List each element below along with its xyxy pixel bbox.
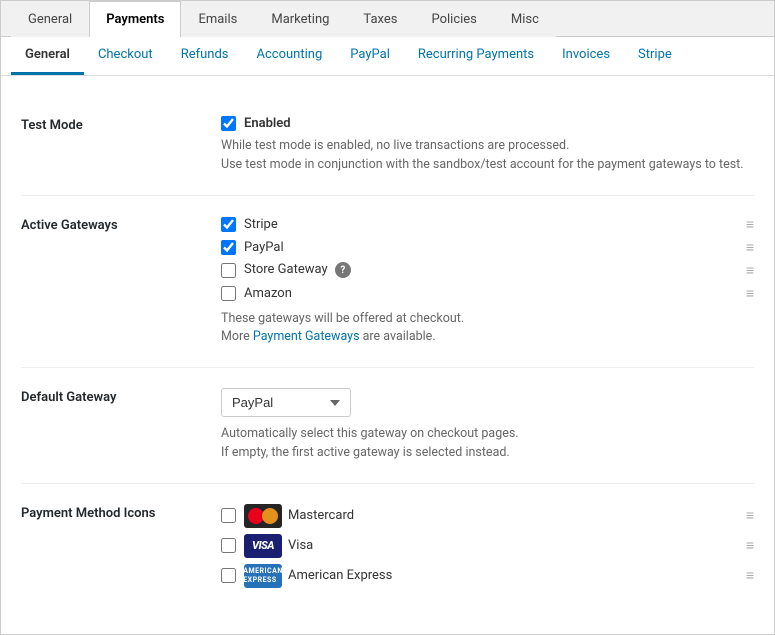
store-gateway-help-icon[interactable]: ? xyxy=(335,262,351,278)
test-mode-checkbox[interactable] xyxy=(221,116,236,131)
subtab-general[interactable]: General xyxy=(11,37,84,75)
visa-label: Visa xyxy=(288,538,313,553)
tab-emails[interactable]: Emails xyxy=(181,1,254,37)
amex-item: AMERICAN EXPRESS American Express ≡ xyxy=(221,564,754,588)
tab-general[interactable]: General xyxy=(11,1,89,37)
top-tab-bar: General Payments Emails Marketing Taxes … xyxy=(1,1,774,37)
payment-gateways-link[interactable]: Payment Gateways xyxy=(253,329,360,344)
drag-handle-mastercard: ≡ xyxy=(726,507,754,524)
drag-handle-visa: ≡ xyxy=(726,537,754,554)
tab-policies[interactable]: Policies xyxy=(414,1,493,37)
default-gateway-field: PayPal Stripe Store Gateway Amazon Autom… xyxy=(221,388,754,463)
subtab-accounting[interactable]: Accounting xyxy=(243,37,337,75)
gateway-paypal-item: PayPal ≡ xyxy=(221,239,754,256)
test-mode-label: Test Mode xyxy=(21,116,221,133)
subtab-recurring-payments[interactable]: Recurring Payments xyxy=(404,37,548,75)
gateway-amazon-item: Amazon ≡ xyxy=(221,285,754,302)
visa-item: VISA Visa ≡ xyxy=(221,534,754,558)
drag-handle-stripe: ≡ xyxy=(726,216,754,233)
test-mode-field: Enabled While test mode is enabled, no l… xyxy=(221,116,754,175)
mastercard-checkbox[interactable] xyxy=(221,508,236,523)
mastercard-icon xyxy=(244,504,282,528)
gateway-store-checkbox[interactable] xyxy=(221,263,236,278)
mastercard-item: Mastercard ≡ xyxy=(221,504,754,528)
drag-handle-amazon: ≡ xyxy=(726,285,754,302)
drag-handle-store: ≡ xyxy=(726,262,754,279)
payment-icons-field: Mastercard ≡ VISA Visa ≡ AMERICAN EXPRES… xyxy=(221,504,754,594)
sub-tab-bar: General Checkout Refunds Accounting PayP… xyxy=(1,37,774,76)
tab-taxes[interactable]: Taxes xyxy=(346,1,414,37)
test-mode-checkbox-label: Enabled xyxy=(244,116,754,131)
default-gateway-select[interactable]: PayPal Stripe Store Gateway Amazon xyxy=(221,388,351,417)
gateway-amazon-checkbox[interactable] xyxy=(221,286,236,301)
subtab-refunds[interactable]: Refunds xyxy=(167,37,243,75)
default-gateway-description: Automatically select this gateway on che… xyxy=(221,425,754,463)
test-mode-description: While test mode is enabled, no live tran… xyxy=(221,137,754,175)
amex-checkbox[interactable] xyxy=(221,568,236,583)
test-mode-row: Test Mode Enabled While test mode is ena… xyxy=(21,96,754,196)
gateway-stripe-item: Stripe ≡ xyxy=(221,216,754,233)
subtab-stripe[interactable]: Stripe xyxy=(624,37,686,75)
settings-page: General Payments Emails Marketing Taxes … xyxy=(0,0,775,635)
amex-label: American Express xyxy=(288,568,392,583)
visa-checkbox[interactable] xyxy=(221,538,236,553)
gateway-stripe-label: Stripe xyxy=(244,217,726,232)
tab-marketing[interactable]: Marketing xyxy=(254,1,346,37)
tab-payments[interactable]: Payments xyxy=(89,1,181,37)
drag-handle-amex: ≡ xyxy=(726,567,754,584)
subtab-paypal[interactable]: PayPal xyxy=(336,37,404,75)
gateway-store-item: Store Gateway ? ≡ xyxy=(221,262,754,279)
payment-icons-row: Payment Method Icons Mastercard ≡ VISA V… xyxy=(21,484,754,614)
active-gateways-row: Active Gateways Stripe ≡ PayPal ≡ Store … xyxy=(21,196,754,369)
subtab-checkout[interactable]: Checkout xyxy=(84,37,167,75)
drag-handle-paypal: ≡ xyxy=(726,239,754,256)
active-gateways-field: Stripe ≡ PayPal ≡ Store Gateway ? ≡ xyxy=(221,216,754,348)
gateway-stripe-checkbox[interactable] xyxy=(221,217,236,232)
mastercard-right-circle xyxy=(262,508,278,524)
default-gateway-label: Default Gateway xyxy=(21,388,221,405)
tab-misc[interactable]: Misc xyxy=(494,1,556,37)
gateway-store-label: Store Gateway ? xyxy=(244,262,726,279)
gateways-description: These gateways will be offered at checko… xyxy=(221,310,754,348)
visa-icon: VISA xyxy=(244,534,282,558)
gateway-amazon-label: Amazon xyxy=(244,286,726,301)
gateway-paypal-label: PayPal xyxy=(244,240,726,255)
active-gateways-label: Active Gateways xyxy=(21,216,221,233)
gateway-paypal-checkbox[interactable] xyxy=(221,240,236,255)
default-gateway-row: Default Gateway PayPal Stripe Store Gate… xyxy=(21,368,754,484)
amex-icon: AMERICAN EXPRESS xyxy=(244,564,282,588)
settings-content: Test Mode Enabled While test mode is ena… xyxy=(1,76,774,634)
mastercard-label: Mastercard xyxy=(288,508,354,523)
test-mode-checkbox-item: Enabled xyxy=(221,116,754,131)
subtab-invoices[interactable]: Invoices xyxy=(548,37,624,75)
payment-icons-label: Payment Method Icons xyxy=(21,504,221,521)
